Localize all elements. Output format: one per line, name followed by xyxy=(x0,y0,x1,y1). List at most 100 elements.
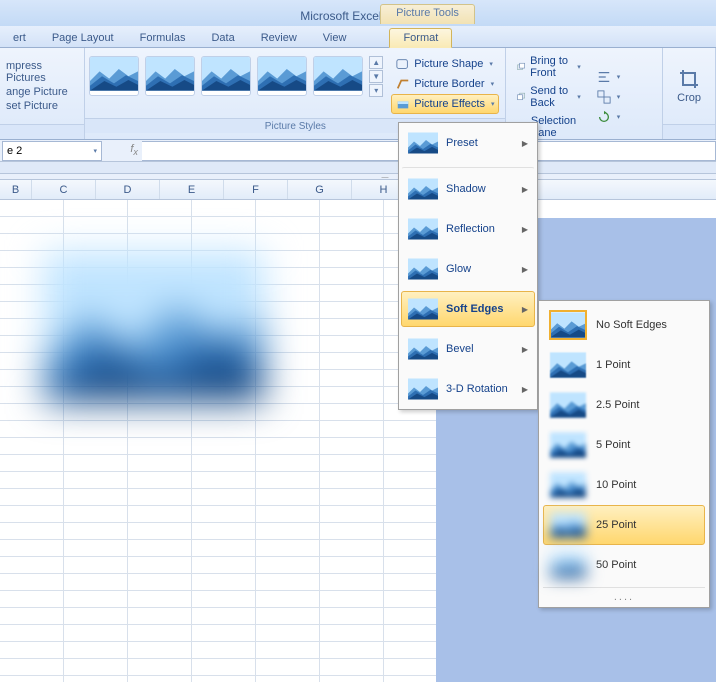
tab-formulas[interactable]: Formulas xyxy=(127,29,199,47)
effects-glow-item[interactable]: Glow ▶ xyxy=(401,251,535,287)
app-title: Microsoft Excel (Trial) xyxy=(0,9,716,26)
picture-effects-button[interactable]: Picture Effects ▾ xyxy=(391,94,499,114)
style-thumb-5[interactable] xyxy=(313,56,363,96)
chevron-down-icon: ▾ xyxy=(617,113,621,121)
spacer xyxy=(0,162,716,174)
effects-preset-item[interactable]: Preset ▶ xyxy=(401,125,535,161)
compress-pictures-button[interactable]: mpress Pictures xyxy=(6,59,78,85)
group-label-size xyxy=(663,124,715,139)
col-head-B[interactable]: B xyxy=(0,180,32,199)
ribbon-tabs: ert Page Layout Formulas Data Review Vie… xyxy=(0,26,716,48)
title-bar: Microsoft Excel (Trial) xyxy=(0,0,716,26)
rotate-button[interactable]: ▾ xyxy=(592,107,656,127)
chevron-down-icon: ▾ xyxy=(577,63,581,71)
soft-edge-25pt[interactable]: 25 Point xyxy=(543,505,705,545)
soft-edge-none-label: No Soft Edges xyxy=(596,319,667,331)
effects-soft-edges-label: Soft Edges xyxy=(446,303,503,315)
soft-edge-25pt-label: 25 Point xyxy=(596,519,636,531)
name-box[interactable]: e 2 ▾ xyxy=(2,141,102,161)
chevron-down-icon: ▾ xyxy=(93,147,97,155)
col-head-D[interactable]: D xyxy=(96,180,160,199)
soft-edge-10pt[interactable]: 10 Point xyxy=(543,465,705,505)
effects-glow-label: Glow xyxy=(446,263,471,275)
col-head-G[interactable]: G xyxy=(288,180,352,199)
effects-icon xyxy=(396,97,410,111)
effects-bevel-label: Bevel xyxy=(446,343,474,355)
soft-edge-2_5pt[interactable]: 2.5 Point xyxy=(543,385,705,425)
col-head-C[interactable]: C xyxy=(32,180,96,199)
effects-reflection-item[interactable]: Reflection ▶ xyxy=(401,211,535,247)
style-thumb-4[interactable] xyxy=(257,56,307,96)
group-icon xyxy=(597,90,611,104)
style-thumb-1[interactable] xyxy=(89,56,139,96)
name-box-value: e 2 xyxy=(7,145,22,157)
tab-insert[interactable]: ert xyxy=(0,29,39,47)
soft-edge-1pt-label: 1 Point xyxy=(596,359,630,371)
crop-icon xyxy=(678,68,700,90)
fx-icon[interactable]: fx xyxy=(130,143,138,157)
reset-label: set Picture xyxy=(6,100,58,112)
picture-effects-menu: Preset ▶ Shadow ▶ Reflection ▶ Glow ▶ So… xyxy=(398,122,538,410)
col-head-F[interactable]: F xyxy=(224,180,288,199)
bring-front-icon xyxy=(517,60,526,74)
picture-border-label: Picture Border xyxy=(414,78,484,90)
column-header-row: B C D E F G H xyxy=(0,180,716,200)
tab-page-layout[interactable]: Page Layout xyxy=(39,29,127,47)
compress-label: mpress Pictures xyxy=(6,60,78,84)
soft-edge-5pt-label: 5 Point xyxy=(596,439,630,451)
gallery-down-button[interactable]: ▼ xyxy=(369,70,383,83)
chevron-right-icon: ▶ xyxy=(522,345,528,354)
context-tab-picture-tools[interactable]: Picture Tools xyxy=(380,4,475,24)
effects-preset-label: Preset xyxy=(446,137,478,149)
chevron-right-icon: ▶ xyxy=(522,385,528,394)
soft-edge-50pt[interactable]: 50 Point xyxy=(543,545,705,585)
picture-shape-label: Picture Shape xyxy=(414,58,483,70)
align-button[interactable]: ▾ xyxy=(592,67,656,87)
gallery-up-button[interactable]: ▲ xyxy=(369,56,383,69)
soft-edge-none[interactable]: No Soft Edges xyxy=(543,305,705,345)
soft-edge-10pt-label: 10 Point xyxy=(596,479,636,491)
group-button[interactable]: ▾ xyxy=(592,87,656,107)
soft-edges-submenu: No Soft Edges 1 Point 2.5 Point 5 Point … xyxy=(538,300,710,608)
border-icon xyxy=(396,77,410,91)
picture-border-button[interactable]: Picture Border ▾ xyxy=(391,74,499,94)
gallery-expand-button[interactable]: ▾ xyxy=(369,84,383,97)
effects-shadow-label: Shadow xyxy=(446,183,486,195)
effects-3d-rotation-item[interactable]: 3-D Rotation ▶ xyxy=(401,371,535,407)
formula-bar: e 2 ▾ fx xyxy=(0,140,716,162)
inserted-picture[interactable] xyxy=(44,252,264,402)
rotate-icon xyxy=(597,110,611,124)
tab-view[interactable]: View xyxy=(310,29,360,47)
soft-edge-more[interactable]: .... xyxy=(543,587,705,603)
send-to-back-button[interactable]: Send to Back ▾ xyxy=(512,82,585,112)
col-head-E[interactable]: E xyxy=(160,180,224,199)
soft-edge-1pt[interactable]: 1 Point xyxy=(543,345,705,385)
soft-edge-50pt-label: 50 Point xyxy=(596,559,636,571)
chevron-right-icon: ▶ xyxy=(522,305,528,314)
bring-to-front-button[interactable]: Bring to Front ▾ xyxy=(512,52,585,82)
chevron-right-icon: ▶ xyxy=(522,185,528,194)
group-label-adjust xyxy=(0,124,84,139)
effects-soft-edges-item[interactable]: Soft Edges ▶ xyxy=(401,291,535,327)
picture-shape-button[interactable]: Picture Shape ▾ xyxy=(391,54,499,74)
change-label: ange Picture xyxy=(6,86,68,98)
chevron-down-icon: ▾ xyxy=(617,93,621,101)
crop-label: Crop xyxy=(677,92,701,104)
chevron-right-icon: ▶ xyxy=(522,139,528,148)
reset-picture-button[interactable]: set Picture xyxy=(6,99,78,113)
tab-data[interactable]: Data xyxy=(198,29,247,47)
bring-front-label: Bring to Front xyxy=(530,55,571,79)
change-picture-button[interactable]: ange Picture xyxy=(6,85,78,99)
style-thumb-2[interactable] xyxy=(145,56,195,96)
ribbon-group-adjust: mpress Pictures ange Picture set Picture xyxy=(0,48,85,139)
effects-shadow-item[interactable]: Shadow ▶ xyxy=(401,167,535,207)
style-gallery xyxy=(85,48,367,118)
tab-review[interactable]: Review xyxy=(248,29,310,47)
effects-bevel-item[interactable]: Bevel ▶ xyxy=(401,331,535,367)
crop-button[interactable]: Crop xyxy=(669,64,709,108)
tab-format[interactable]: Format xyxy=(389,28,452,48)
ribbon: mpress Pictures ange Picture set Picture… xyxy=(0,48,716,140)
style-thumb-3[interactable] xyxy=(201,56,251,96)
soft-edge-5pt[interactable]: 5 Point xyxy=(543,425,705,465)
gallery-scroll: ▲ ▼ ▾ xyxy=(369,56,383,110)
